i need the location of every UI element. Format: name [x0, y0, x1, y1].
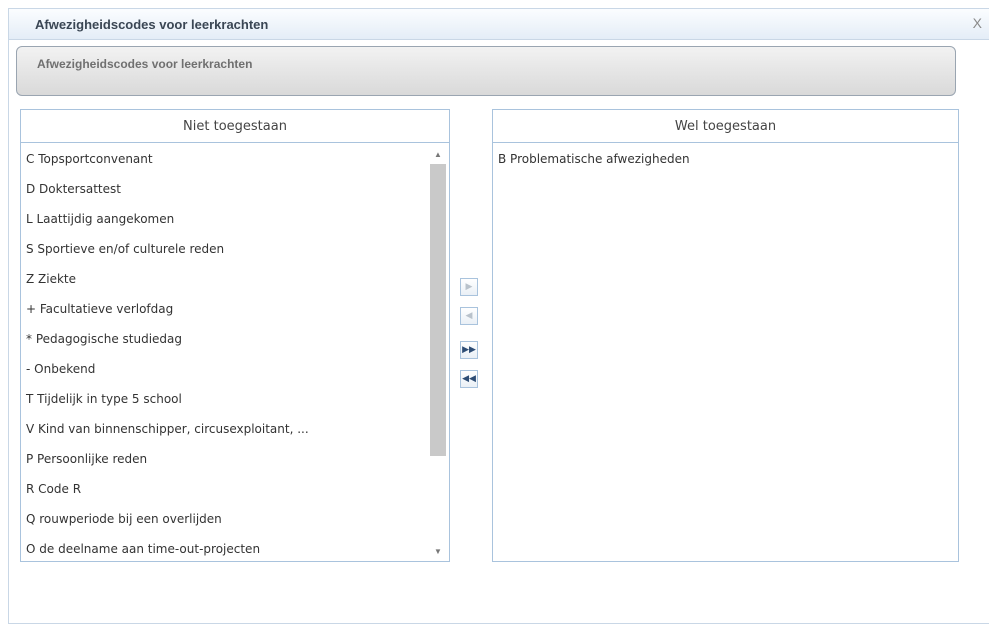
list-item[interactable]: Z Ziekte	[21, 264, 449, 294]
list-not-allowed-body: C Topsportconvenant D Doktersattest L La…	[21, 144, 449, 561]
list-not-allowed-header: Niet toegestaan	[21, 110, 449, 143]
list-scrollbar[interactable]: ▲ ▼	[430, 144, 446, 561]
move-all-right-button[interactable]: ▶▶	[460, 341, 478, 359]
list-item[interactable]: P Persoonlijke reden	[21, 444, 449, 474]
close-icon[interactable]: X	[973, 15, 982, 31]
move-right-button[interactable]: ▶	[460, 278, 478, 296]
list-allowed-header: Wel toegestaan	[493, 110, 958, 143]
dialog-title: Afwezigheidscodes voor leerkrachten	[35, 17, 269, 32]
move-all-left-button[interactable]: ◀◀	[460, 370, 478, 388]
list-item[interactable]: * Pedagogische studiedag	[21, 324, 449, 354]
list-item[interactable]: S Sportieve en/of culturele reden	[21, 234, 449, 264]
dialog-titlebar: Afwezigheidscodes voor leerkrachten X	[9, 9, 989, 40]
list-allowed: Wel toegestaan B Problematische afwezigh…	[492, 109, 959, 562]
section-header-text: Afwezigheidscodes voor leerkrachten	[37, 57, 253, 71]
list-item[interactable]: R Code R	[21, 474, 449, 504]
list-item[interactable]: C Topsportconvenant	[21, 144, 449, 174]
list-item[interactable]: D Doktersattest	[21, 174, 449, 204]
list-item[interactable]: - Onbekend	[21, 354, 449, 384]
list-not-allowed: Niet toegestaan C Topsportconvenant D Do…	[20, 109, 450, 562]
list-item[interactable]: Q rouwperiode bij een overlijden	[21, 504, 449, 534]
list-item[interactable]: V Kind van binnenschipper, circusexploit…	[21, 414, 449, 444]
list-item[interactable]: B Problematische afwezigheden	[493, 144, 958, 174]
list-item[interactable]: + Facultatieve verlofdag	[21, 294, 449, 324]
scrollbar-thumb[interactable]	[430, 164, 446, 456]
list-item[interactable]: L Laattijdig aangekomen	[21, 204, 449, 234]
scroll-down-icon[interactable]: ▼	[430, 545, 446, 559]
scroll-up-icon[interactable]: ▲	[430, 148, 446, 162]
section-header-panel: Afwezigheidscodes voor leerkrachten	[16, 46, 956, 96]
list-allowed-body: B Problematische afwezigheden	[493, 144, 958, 561]
list-item[interactable]: O de deelname aan time-out-projecten	[21, 534, 449, 561]
move-left-button[interactable]: ◀	[460, 307, 478, 325]
list-item[interactable]: T Tijdelijk in type 5 school	[21, 384, 449, 414]
